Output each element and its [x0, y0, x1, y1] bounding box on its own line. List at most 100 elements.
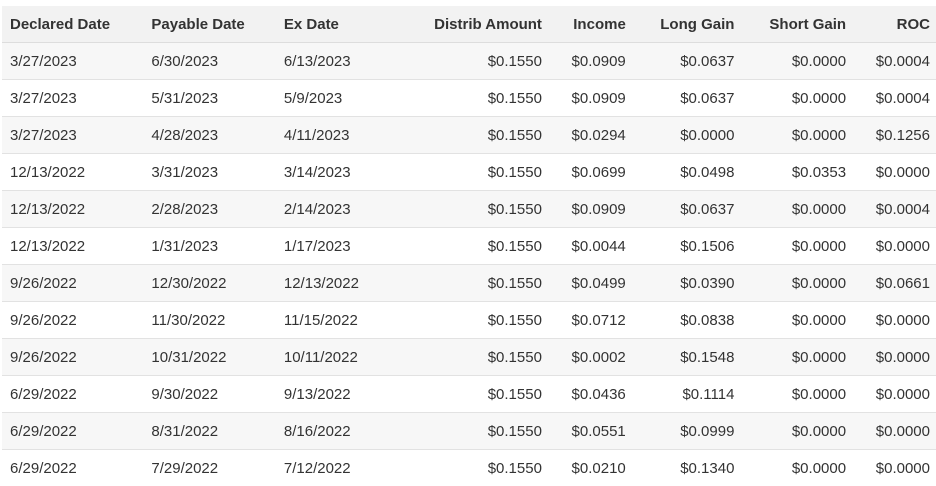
roc-cell: $0.0004 [875, 89, 930, 107]
short-gain-cell: $0.0000 [791, 200, 847, 218]
roc-cell: $0.0004 [875, 52, 930, 70]
ex-date-cell: 9/13/2022 [283, 385, 351, 403]
table-row: 9/26/2022 11/30/2022 11/15/2022 $0.1550 … [2, 301, 936, 339]
column-header-short-gain[interactable]: Short Gain [734, 6, 846, 43]
distrib-amount-cell: $0.1550 [487, 459, 542, 477]
declared-date-cell: 3/27/2023 [10, 52, 77, 70]
payable-date-cell: 9/30/2022 [151, 385, 219, 403]
ex-date-cell: 4/11/2023 [283, 126, 350, 144]
declared-date-cell: 12/13/2022 [10, 200, 86, 218]
roc-cell: $0.0000 [875, 237, 930, 255]
distrib-amount-cell: $0.1550 [487, 163, 542, 181]
column-header-roc[interactable]: ROC [846, 6, 936, 43]
payable-date-cell: 7/29/2022 [151, 459, 219, 477]
long-gain-cell: $0.0498 [680, 163, 735, 181]
short-gain-cell: $0.0353 [791, 163, 847, 181]
income-cell: $0.0002 [571, 348, 626, 366]
short-gain-cell: $0.0000 [791, 311, 847, 329]
column-header-declared-date[interactable]: Declared Date [2, 6, 151, 43]
long-gain-cell: $0.1548 [680, 348, 735, 366]
ex-date-cell: 6/13/2023 [283, 52, 351, 70]
distrib-amount-cell: $0.1550 [487, 237, 542, 255]
payable-date-cell: 8/31/2022 [151, 422, 219, 440]
declared-date-cell: 9/26/2022 [10, 348, 77, 366]
table-row: 12/13/2022 1/31/2023 1/17/2023 $0.1550 $… [2, 227, 936, 265]
income-cell: $0.0909 [571, 52, 626, 70]
table-body: 3/27/2023 6/30/2023 6/13/2023 $0.1550 $0… [2, 42, 936, 486]
payable-date-cell: 5/31/2023 [151, 89, 219, 107]
distrib-amount-cell: $0.1550 [487, 311, 542, 329]
distrib-amount-cell: $0.1550 [487, 89, 542, 107]
long-gain-cell: $0.0637 [680, 89, 735, 107]
roc-cell: $0.0661 [875, 274, 930, 292]
payable-date-cell: 2/28/2023 [151, 200, 219, 218]
column-header-ex-date[interactable]: Ex Date [284, 6, 418, 43]
ex-date-cell: 5/9/2023 [283, 89, 343, 107]
column-header-long-gain[interactable]: Long Gain [626, 6, 734, 43]
roc-cell: $0.0000 [875, 385, 930, 403]
short-gain-cell: $0.0000 [791, 274, 847, 292]
long-gain-cell: $0.0390 [680, 274, 735, 292]
ex-date-cell: 1/17/2023 [283, 237, 351, 255]
table-row: 9/26/2022 12/30/2022 12/13/2022 $0.1550 … [2, 264, 936, 302]
long-gain-cell: $0.0000 [680, 126, 735, 144]
income-cell: $0.0294 [571, 126, 626, 144]
distrib-amount-cell: $0.1550 [487, 52, 542, 70]
income-cell: $0.0210 [571, 459, 626, 477]
declared-date-cell: 3/27/2023 [10, 89, 77, 107]
distrib-amount-cell: $0.1550 [487, 126, 542, 144]
table-row: 3/27/2023 6/30/2023 6/13/2023 $0.1550 $0… [2, 42, 936, 80]
distrib-amount-cell: $0.1550 [487, 422, 542, 440]
distrib-amount-cell: $0.1550 [487, 348, 542, 366]
ex-date-cell: 8/16/2022 [283, 422, 351, 440]
column-header-distrib-amount[interactable]: Distrib Amount [418, 6, 542, 43]
short-gain-cell: $0.0000 [791, 422, 847, 440]
distrib-amount-cell: $0.1550 [487, 200, 542, 218]
declared-date-cell: 6/29/2022 [10, 459, 77, 477]
long-gain-cell: $0.1114 [682, 385, 735, 403]
table-row: 12/13/2022 3/31/2023 3/14/2023 $0.1550 $… [2, 153, 936, 191]
declared-date-cell: 9/26/2022 [10, 311, 77, 329]
distrib-amount-cell: $0.1550 [487, 385, 542, 403]
table-row: 3/27/2023 4/28/2023 4/11/2023 $0.1550 $0… [2, 116, 936, 154]
long-gain-cell: $0.1506 [680, 237, 735, 255]
column-header-income[interactable]: Income [542, 6, 626, 43]
ex-date-cell: 2/14/2023 [283, 200, 351, 218]
short-gain-cell: $0.0000 [791, 89, 847, 107]
table-row: 6/29/2022 8/31/2022 8/16/2022 $0.1550 $0… [2, 412, 936, 450]
roc-cell: $0.0004 [875, 200, 930, 218]
income-cell: $0.0044 [571, 237, 626, 255]
income-cell: $0.0551 [571, 422, 626, 440]
payable-date-cell: 4/28/2023 [151, 126, 219, 144]
roc-cell: $0.0000 [875, 348, 930, 366]
column-header-payable-date[interactable]: Payable Date [151, 6, 283, 43]
roc-cell: $0.0000 [875, 422, 930, 440]
table-row: 9/26/2022 10/31/2022 10/11/2022 $0.1550 … [2, 338, 936, 376]
ex-date-cell: 7/12/2022 [283, 459, 351, 477]
roc-cell: $0.0000 [875, 459, 930, 477]
long-gain-cell: $0.0999 [680, 422, 735, 440]
long-gain-cell: $0.1340 [680, 459, 735, 477]
table-row: 3/27/2023 5/31/2023 5/9/2023 $0.1550 $0.… [2, 79, 936, 117]
declared-date-cell: 9/26/2022 [10, 274, 77, 292]
long-gain-cell: $0.0637 [680, 52, 735, 70]
ex-date-cell: 3/14/2023 [283, 163, 351, 181]
short-gain-cell: $0.0000 [791, 126, 847, 144]
short-gain-cell: $0.0000 [791, 348, 847, 366]
roc-cell: $0.0000 [875, 163, 930, 181]
declared-date-cell: 3/27/2023 [10, 126, 77, 144]
table-row: 12/13/2022 2/28/2023 2/14/2023 $0.1550 $… [2, 190, 936, 228]
payable-date-cell: 6/30/2023 [151, 52, 219, 70]
income-cell: $0.0699 [571, 163, 626, 181]
short-gain-cell: $0.0000 [791, 52, 847, 70]
income-cell: $0.0712 [571, 311, 626, 329]
short-gain-cell: $0.0000 [791, 459, 847, 477]
long-gain-cell: $0.0637 [680, 200, 735, 218]
declared-date-cell: 6/29/2022 [10, 385, 77, 403]
ex-date-cell: 11/15/2022 [283, 311, 358, 329]
declared-date-cell: 6/29/2022 [10, 422, 77, 440]
table-row: 6/29/2022 7/29/2022 7/12/2022 $0.1550 $0… [2, 449, 936, 486]
short-gain-cell: $0.0000 [791, 237, 847, 255]
distrib-amount-cell: $0.1550 [487, 274, 542, 292]
table-row: 6/29/2022 9/30/2022 9/13/2022 $0.1550 $0… [2, 375, 936, 413]
